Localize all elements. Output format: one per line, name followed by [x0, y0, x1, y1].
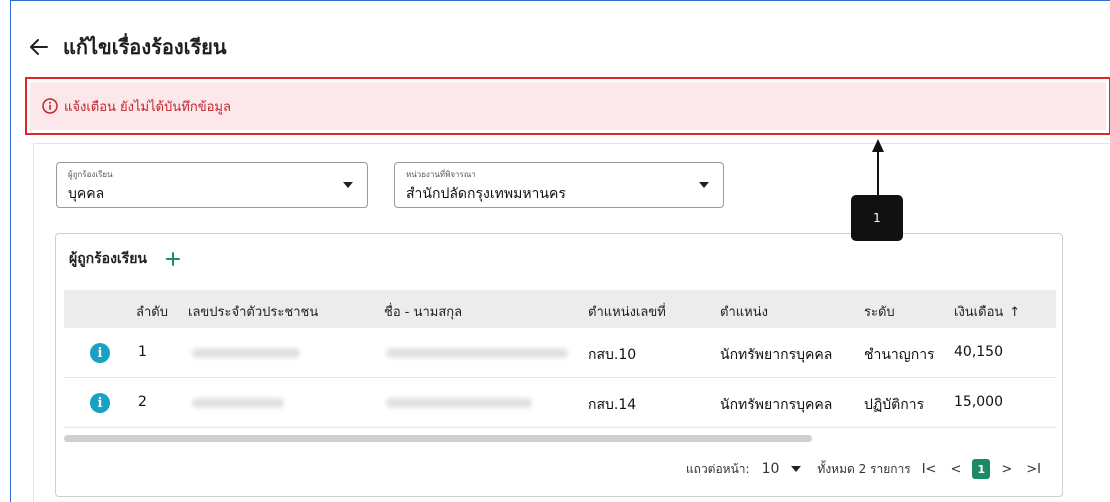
table-row[interactable]: i 1 กสบ.10 นักทรัพยากรบุคคล ชำนาญการ 40,… — [64, 328, 1056, 378]
current-page[interactable]: 1 — [972, 459, 991, 479]
column-header[interactable]: ตำแหน่ง — [720, 301, 768, 322]
agency-select[interactable]: หน่วยงานที่พิจารณา สำนักปลัดกรุงเทพมหานค… — [394, 162, 724, 208]
row-index: 2 — [138, 394, 147, 410]
column-header[interactable]: ลำดับ — [136, 301, 168, 322]
last-page-icon[interactable]: >I — [1023, 462, 1044, 477]
alert-text: แจ้งเตือน ยังไม่ได้บันทึกข้อมูล — [64, 99, 231, 115]
unsaved-alert: แจ้งเตือน ยังไม่ได้บันทึกข้อมูล — [25, 77, 1110, 135]
complainee-type-select[interactable]: ผู้ถูกร้องเรียน บุคคล — [56, 162, 368, 208]
alert-inner: แจ้งเตือน ยังไม่ได้บันทึกข้อมูล — [30, 82, 1106, 130]
page-title: แก้ไขเรื่องร้องเรียน — [63, 35, 227, 59]
complainee-type-label: ผู้ถูกร้องเรียน — [68, 170, 113, 179]
agency-label: หน่วยงานที่พิจารณา — [406, 170, 476, 179]
scrollbar-thumb[interactable] — [64, 435, 812, 442]
callout-badge: 1 — [851, 195, 903, 241]
rows-per-page-label: แถวต่อหน้า: — [685, 461, 750, 476]
table-title: ผู้ถูกร้องเรียน — [69, 251, 147, 267]
add-icon[interactable] — [165, 251, 181, 267]
redacted-name — [386, 348, 568, 358]
info-icon[interactable]: i — [90, 393, 110, 413]
row-index: 1 — [138, 344, 147, 360]
back-arrow-icon[interactable] — [29, 37, 49, 57]
info-circle-icon — [42, 98, 58, 114]
row-position-no: กสบ.14 — [588, 397, 637, 413]
row-position-no: กสบ.10 — [588, 347, 637, 363]
total-count: ทั้งหมด 2 รายการ — [817, 461, 911, 476]
chevron-down-icon — [343, 182, 353, 188]
salary-column-header[interactable]: เงินเดือน ↑ — [954, 301, 1020, 322]
row-position: นักทรัพยากรบุคคล — [720, 397, 833, 413]
rows-per-page-dropdown-icon[interactable] — [791, 466, 802, 472]
content-card: ผู้ถูกร้องเรียน บุคคล หน่วยงานที่พิจารณา… — [33, 143, 1110, 502]
page-header: แก้ไขเรื่องร้องเรียน — [29, 31, 227, 63]
redacted-id — [192, 398, 284, 408]
info-icon[interactable]: i — [90, 343, 110, 363]
callout-line — [877, 151, 879, 195]
row-level: ปฏิบัติการ — [864, 397, 925, 413]
redacted-name — [386, 398, 532, 408]
sort-arrow-up-icon[interactable]: ↑ — [1009, 305, 1020, 320]
salary-column-label: เงินเดือน — [954, 305, 1004, 320]
column-header[interactable]: ระดับ — [864, 301, 895, 322]
row-salary: 40,150 — [954, 344, 1003, 360]
row-salary: 15,000 — [954, 394, 1003, 410]
chevron-down-icon — [699, 182, 709, 188]
prev-page-icon[interactable]: < — [947, 462, 964, 477]
pagination: แถวต่อหน้า: 10 ทั้งหมด 2 รายการ I< < 1 >… — [686, 459, 1044, 479]
table-header: ลำดับ เลขประจำตัวประชาชน ชื่อ - นามสกุล … — [64, 290, 1056, 328]
column-header[interactable]: ชื่อ - นามสกุล — [384, 301, 462, 322]
complainee-table-card: ผู้ถูกร้องเรียน ลำดับ เลขประจำตัวประชาชน… — [55, 233, 1063, 497]
row-position: นักทรัพยากรบุคคล — [720, 347, 833, 363]
first-page-icon[interactable]: I< — [919, 462, 940, 477]
complainee-type-value: บุคคล — [68, 186, 105, 202]
column-header[interactable]: เลขประจำตัวประชาชน — [188, 301, 318, 322]
next-page-icon[interactable]: > — [998, 462, 1015, 477]
rows-per-page-value[interactable]: 10 — [762, 461, 780, 477]
main-frame: แก้ไขเรื่องร้องเรียน แจ้งเตือน ยังไม่ได้… — [10, 0, 1110, 502]
row-level: ชำนาญการ — [864, 347, 935, 363]
table-title-row: ผู้ถูกร้องเรียน — [69, 248, 181, 270]
table-row[interactable]: i 2 กสบ.14 นักทรัพยากรบุคคล ปฏิบัติการ 1… — [64, 378, 1056, 428]
horizontal-scrollbar[interactable] — [64, 435, 1056, 443]
redacted-id — [192, 348, 300, 358]
column-header[interactable]: ตำแหน่งเลขที่ — [588, 301, 666, 322]
agency-value: สำนักปลัดกรุงเทพมหานคร — [406, 186, 566, 202]
